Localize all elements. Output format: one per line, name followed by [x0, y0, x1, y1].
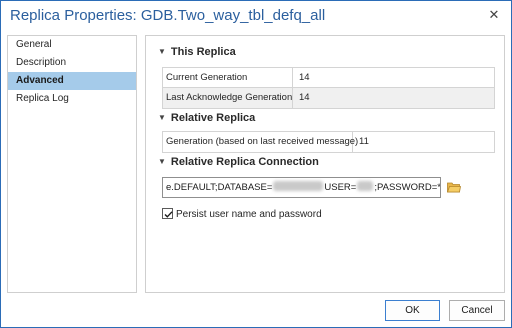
- relative-replica-heading: Relative Replica: [170, 112, 256, 124]
- nav-item-advanced[interactable]: Advanced: [8, 72, 136, 90]
- persist-label: Persist user name and password: [176, 209, 322, 220]
- title-bar: Replica Properties: GDB.Two_way_tbl_defq…: [1, 1, 511, 31]
- table-row: Current Generation 14: [163, 68, 494, 88]
- dialog-title: Replica Properties: GDB.Two_way_tbl_defq…: [10, 7, 326, 24]
- close-button[interactable]: ✕: [483, 5, 505, 25]
- relative-replica-section[interactable]: ▼ Relative Replica: [158, 112, 255, 124]
- connection-text-user: USER=: [324, 182, 357, 193]
- replica-properties-dialog: Replica Properties: GDB.Two_way_tbl_defq…: [0, 0, 512, 328]
- this-replica-section[interactable]: ▼ This Replica: [158, 46, 236, 58]
- redacted-database: [273, 181, 324, 191]
- chevron-down-icon: ▼: [158, 157, 166, 166]
- nav-item-description[interactable]: Description: [8, 54, 136, 72]
- last-ack-generation-value: 14: [299, 92, 310, 103]
- relative-generation-value: 11: [359, 136, 369, 147]
- current-generation-value: 14: [299, 72, 310, 83]
- checkmark-icon: [164, 211, 173, 218]
- folder-icon[interactable]: [447, 181, 461, 193]
- persist-checkbox[interactable]: [162, 208, 173, 219]
- nav-item-replica-log[interactable]: Replica Log: [8, 90, 136, 108]
- connection-text-prefix: e.DEFAULT;DATABASE=: [166, 182, 273, 193]
- relative-generation-label: Generation (based on last received messa…: [163, 132, 358, 152]
- relative-replica-grid: Generation (based on last received messa…: [162, 131, 495, 153]
- properties-nav: General Description Advanced Replica Log: [7, 35, 137, 293]
- advanced-panel: ▼ This Replica Current Generation 14 Last…: [145, 35, 505, 293]
- cancel-button[interactable]: Cancel: [449, 300, 505, 321]
- ok-button[interactable]: OK: [385, 300, 440, 321]
- connection-text-password: ;PASSWORD=******: [374, 182, 441, 193]
- table-row: Generation (based on last received messa…: [163, 132, 494, 152]
- redacted-user: [357, 181, 374, 191]
- last-ack-generation-label: Last Acknowledge Generation: [163, 88, 293, 108]
- relative-connection-heading: Relative Replica Connection: [170, 156, 319, 168]
- chevron-down-icon: ▼: [158, 47, 166, 56]
- close-icon: ✕: [488, 7, 500, 22]
- connection-string-field[interactable]: e.DEFAULT;DATABASE= USER= ;PASSWORD=******: [162, 177, 441, 198]
- persist-credentials-option[interactable]: Persist user name and password: [162, 208, 322, 222]
- this-replica-heading: This Replica: [170, 46, 236, 58]
- nav-item-general[interactable]: General: [8, 36, 136, 54]
- current-generation-label: Current Generation: [163, 68, 293, 88]
- chevron-down-icon: ▼: [158, 113, 166, 122]
- table-row: Last Acknowledge Generation 14: [163, 88, 494, 108]
- this-replica-grid: Current Generation 14 Last Acknowledge G…: [162, 67, 495, 109]
- relative-connection-section[interactable]: ▼ Relative Replica Connection: [158, 156, 319, 168]
